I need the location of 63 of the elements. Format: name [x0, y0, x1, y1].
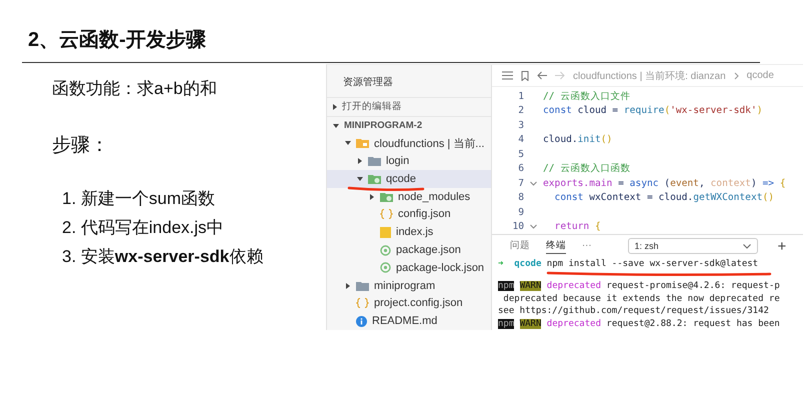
panel-tab[interactable]: 问题	[510, 238, 530, 254]
file-tree-item[interactable]: node_modules	[327, 188, 491, 206]
file-tree-item[interactable]: index.js	[327, 223, 491, 242]
js-file-icon	[380, 226, 391, 238]
add-terminal-button[interactable]: +	[778, 238, 786, 254]
code-line: // 云函数入口文件	[543, 90, 630, 103]
code-line: cloud.init()	[543, 134, 612, 146]
file-tree-item[interactable]: README.md	[327, 312, 491, 330]
file-tree-item[interactable]: package.json	[327, 241, 491, 259]
step-item: 2. 代码写在index.js中	[62, 217, 225, 239]
bookmark-icon[interactable]	[521, 70, 529, 80]
code-line: const wxContext = cloud.getWXContext()	[554, 192, 774, 204]
explorer-section[interactable]: 打开的编辑器	[327, 97, 491, 116]
step-item: 1. 新建一个sum函数	[62, 188, 216, 210]
file-tree-item[interactable]: package-lock.json	[327, 258, 491, 277]
file-tree-item[interactable]: project.config.json	[327, 294, 491, 312]
chevron-right-icon	[734, 72, 739, 80]
line-number: 3	[517, 120, 524, 131]
terminal-prompt-line: ➜ qcode npm install --save wx-server-sdk@latest	[498, 258, 760, 270]
package-icon	[380, 262, 391, 274]
terminal-output-line: deprecated because it extends the now deprecated re	[502, 292, 781, 305]
step-item: 3. 安装wx-server-sdk依赖	[62, 246, 264, 268]
code-line: return {	[554, 221, 601, 232]
line-number: 4	[517, 134, 524, 146]
line-number: 1	[517, 90, 524, 102]
folder-icon	[368, 156, 381, 166]
info-icon	[356, 316, 367, 327]
line-number: 5	[517, 148, 524, 160]
back-arrow-icon[interactable]	[537, 71, 547, 80]
slide-title: 2、云函数-开发步骤	[28, 28, 207, 53]
folder-icon	[380, 192, 393, 202]
code-line: // 云函数入口函数	[543, 162, 630, 176]
explorer-section[interactable]: MINIPROGRAM-2	[327, 116, 491, 135]
line-number: 9	[517, 206, 524, 218]
file-tree-item[interactable]: qcode	[327, 170, 491, 188]
line-number: 8	[517, 192, 524, 204]
terminal-output-line: see https://github.com/request/request/issues/3142	[498, 305, 770, 318]
folder-icon	[356, 280, 369, 291]
list-icon[interactable]	[502, 71, 513, 80]
panel-tab[interactable]: ···	[582, 240, 592, 253]
explorer-title: 资源管理器	[342, 76, 394, 90]
folder-icon	[356, 138, 369, 148]
line-number: 10	[511, 221, 524, 232]
file-tree-item[interactable]: cloudfunctions | 当前...	[327, 134, 491, 152]
line-number: 6	[517, 163, 524, 174]
file-tree-item[interactable]: miniprogram	[327, 276, 491, 294]
code-line: const cloud = require('wx-server-sdk')	[543, 105, 763, 116]
line-number: 7	[517, 178, 524, 189]
code-line: exports.main = async (event, context) => {	[543, 178, 786, 189]
folder-icon	[368, 174, 381, 184]
package-icon	[380, 244, 391, 256]
fold-chevron-icon[interactable]	[530, 180, 537, 186]
braces-icon	[356, 298, 369, 308]
steps-heading: 步骤：	[52, 134, 110, 158]
file-tree-item[interactable]: login	[327, 152, 491, 170]
shell-select[interactable]: 1: zsh	[628, 238, 758, 254]
file-tree-item[interactable]: config.json	[327, 206, 491, 224]
function-description: 函数功能：求a+b的和	[52, 78, 218, 100]
fold-chevron-icon[interactable]	[530, 224, 537, 230]
panel-tab[interactable]: 终端	[546, 238, 566, 254]
line-number: 2	[517, 105, 524, 116]
braces-icon	[380, 209, 393, 220]
chevron-down-icon	[742, 244, 750, 249]
